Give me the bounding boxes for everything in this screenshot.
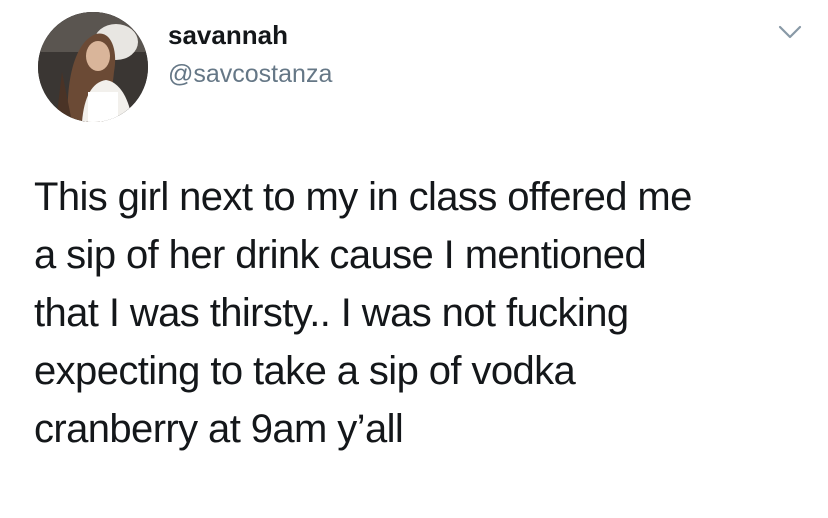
tweet-text-line: expecting to take a sip of vodka [34, 349, 576, 393]
tweet-text-line: a sip of her drink cause I mentioned [34, 233, 647, 277]
tweet-text-line: that I was thirsty.. I was not fucking [34, 291, 629, 335]
tweet-card: savannah @savcostanza This girl next to … [0, 0, 828, 518]
chevron-down-icon[interactable] [776, 22, 804, 42]
tweet-text-line: This girl next to my in class offered me [34, 175, 692, 219]
display-name[interactable]: savannah [168, 20, 288, 51]
avatar[interactable] [38, 12, 148, 122]
profile-photo-icon [38, 12, 148, 122]
tweet-text: This girl next to my in class offered me… [34, 168, 814, 458]
user-handle[interactable]: @savcostanza [168, 60, 332, 89]
tweet-text-line: cranberry at 9am y’all [34, 407, 404, 451]
